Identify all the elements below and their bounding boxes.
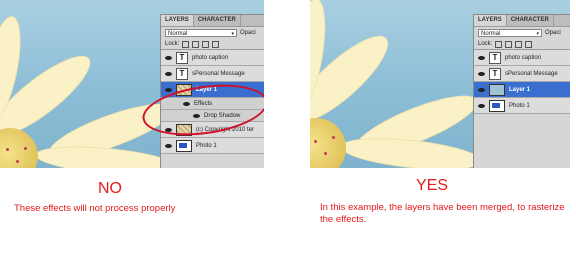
lock-transparency-icon[interactable] bbox=[495, 40, 503, 48]
yes-description: In this example, the layers have been me… bbox=[320, 202, 565, 225]
eye-icon[interactable] bbox=[478, 71, 485, 76]
opacity-label: Opaci bbox=[240, 30, 256, 36]
blend-mode-value: Normal bbox=[168, 31, 188, 37]
pollen-dot bbox=[332, 136, 335, 139]
blend-controls: Normal ▾ Opaci bbox=[474, 27, 570, 39]
layer-row[interactable]: T sPersonal Message bbox=[161, 66, 264, 82]
pollen-dot bbox=[324, 152, 327, 155]
lock-brush-icon[interactable] bbox=[192, 40, 200, 48]
blend-mode-select[interactable]: Normal ▾ bbox=[165, 29, 237, 37]
eye-icon[interactable] bbox=[478, 103, 485, 108]
layer-row-selected[interactable]: Layer 1 bbox=[474, 82, 570, 98]
layer-name: Layer 1 bbox=[509, 86, 531, 93]
layer-name: Photo 1 bbox=[196, 142, 217, 149]
panel-tabs: LAYERS CHARACTER bbox=[474, 15, 570, 27]
text-layer-icon: T bbox=[176, 51, 188, 64]
lock-row: Lock: bbox=[161, 39, 264, 50]
eye-icon[interactable] bbox=[478, 55, 485, 60]
layer-name: photo caption bbox=[192, 54, 229, 61]
lock-transparency-icon[interactable] bbox=[182, 40, 190, 48]
yes-heading: YES bbox=[415, 177, 448, 194]
pollen-dot bbox=[314, 140, 317, 143]
layer-name: Photo 1 bbox=[509, 102, 530, 109]
pollen-dot bbox=[24, 147, 27, 150]
layer-name: sPersonal Message bbox=[192, 70, 245, 77]
lock-row: Lock: bbox=[474, 39, 570, 50]
left-screenshot: LAYERS CHARACTER Normal ▾ Opaci Lock: T … bbox=[0, 0, 264, 168]
flower-center bbox=[310, 118, 346, 168]
layers-panel: LAYERS CHARACTER Normal ▾ Opaci Lock: T … bbox=[473, 14, 570, 168]
tab-layers[interactable]: LAYERS bbox=[474, 15, 507, 26]
lock-label: Lock: bbox=[478, 41, 493, 47]
layer-row[interactable]: Photo 1 bbox=[161, 138, 264, 154]
chevron-down-icon: ▾ bbox=[231, 31, 234, 37]
photo-thumbnail bbox=[489, 99, 505, 112]
layer-row[interactable]: T sPersonal Message bbox=[474, 66, 570, 82]
layer-row[interactable]: Photo 1 bbox=[474, 98, 570, 114]
pollen-dot bbox=[16, 160, 19, 163]
right-screenshot: LAYERS CHARACTER Normal ▾ Opaci Lock: T … bbox=[310, 0, 570, 168]
text-layer-icon: T bbox=[176, 67, 188, 80]
pollen-dot bbox=[6, 148, 9, 151]
text-layer-icon: T bbox=[489, 51, 501, 64]
eye-icon[interactable] bbox=[165, 71, 172, 76]
tab-character[interactable]: CHARACTER bbox=[194, 15, 241, 26]
lock-move-icon[interactable] bbox=[515, 40, 523, 48]
lock-all-icon[interactable] bbox=[525, 40, 533, 48]
eye-icon[interactable] bbox=[165, 87, 172, 92]
layer-thumbnail bbox=[489, 83, 505, 96]
no-heading: NO bbox=[98, 180, 122, 197]
eye-icon[interactable] bbox=[478, 87, 485, 92]
text-layer-icon: T bbox=[489, 67, 501, 80]
chevron-down-icon: ▾ bbox=[536, 31, 539, 37]
blend-mode-select[interactable]: Normal ▾ bbox=[478, 29, 542, 37]
photo-thumbnail bbox=[176, 139, 192, 152]
lock-move-icon[interactable] bbox=[202, 40, 210, 48]
lock-brush-icon[interactable] bbox=[505, 40, 513, 48]
layer-name: sPersonal Message bbox=[505, 70, 558, 77]
layer-row[interactable]: T photo caption bbox=[161, 50, 264, 66]
panel-tabs: LAYERS CHARACTER bbox=[161, 15, 264, 27]
tab-character[interactable]: CHARACTER bbox=[507, 15, 554, 26]
lock-all-icon[interactable] bbox=[212, 40, 220, 48]
lock-label: Lock: bbox=[165, 41, 180, 47]
tab-layers[interactable]: LAYERS bbox=[161, 15, 194, 26]
eye-icon[interactable] bbox=[165, 143, 172, 148]
layer-name: photo caption bbox=[505, 54, 542, 61]
opacity-label: Opaci bbox=[545, 30, 561, 36]
eye-icon[interactable] bbox=[165, 55, 172, 60]
blend-mode-value: Normal bbox=[481, 31, 501, 37]
layer-row[interactable]: T photo caption bbox=[474, 50, 570, 66]
no-description: These effects will not process properly bbox=[14, 203, 176, 214]
blend-controls: Normal ▾ Opaci bbox=[161, 27, 264, 39]
